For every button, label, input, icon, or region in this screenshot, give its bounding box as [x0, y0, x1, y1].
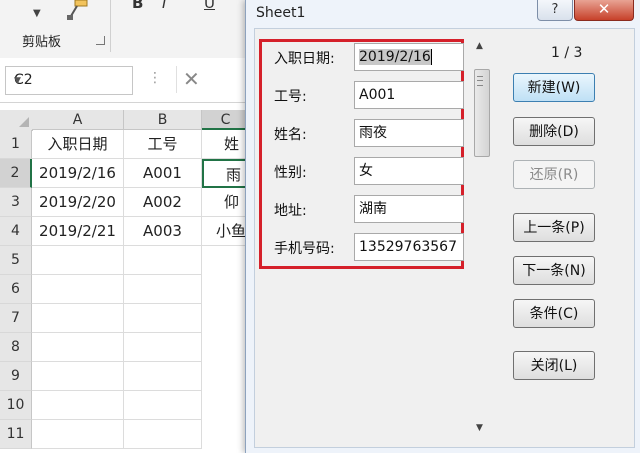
previous-record-button[interactable]: 上一条(P) — [513, 213, 595, 242]
field-input-name[interactable]: 雨夜 — [354, 119, 464, 147]
dialog-body: 入职日期: 2019/2/16 工号: A001 姓名: 雨夜 性别: 女 地址… — [254, 28, 635, 448]
cell-empty[interactable] — [32, 275, 124, 304]
bold-button[interactable]: B — [132, 0, 143, 12]
row-header-7[interactable]: 7 — [0, 304, 32, 333]
next-record-button[interactable]: 下一条(N) — [513, 256, 595, 285]
cell-a3[interactable]: 2019/2/20 — [32, 188, 124, 217]
row-header-11[interactable]: 11 — [0, 420, 32, 449]
clipboard-group-label: 剪贴板 — [22, 35, 62, 50]
cell-empty[interactable] — [32, 246, 124, 275]
cell-b2[interactable]: A001 — [124, 159, 202, 188]
cell-empty[interactable] — [32, 304, 124, 333]
row-header-10[interactable]: 10 — [0, 391, 32, 420]
underline-button[interactable]: U — [204, 0, 215, 12]
field-input-gender[interactable]: 女 — [354, 157, 464, 185]
cell-empty[interactable] — [124, 246, 202, 275]
column-header-a[interactable]: A — [32, 110, 124, 130]
clipboard-dialog-launcher-icon[interactable] — [96, 36, 105, 45]
row-header-2[interactable]: 2 — [0, 159, 32, 188]
cell-empty[interactable] — [32, 333, 124, 362]
help-button[interactable]: ? — [537, 0, 573, 21]
paste-dropdown-arrow-icon[interactable]: ▼ — [33, 8, 41, 19]
cell-a1[interactable]: 入职日期 — [32, 130, 124, 159]
formula-bar-grip-icon: ⋮ — [148, 70, 162, 86]
record-fields-highlight: 入职日期: 2019/2/16 工号: A001 姓名: 雨夜 性别: 女 地址… — [259, 39, 464, 269]
format-painter-icon[interactable] — [64, 0, 90, 22]
scrollbar-grip-icon — [477, 76, 483, 86]
column-header-c[interactable]: C — [202, 110, 250, 130]
scroll-up-arrow-icon[interactable]: ▲ — [476, 41, 483, 51]
select-all-corner[interactable] — [0, 110, 33, 131]
field-label-employee-id: 工号: — [274, 89, 307, 105]
record-scrollbar[interactable]: ▲ ▼ — [473, 39, 491, 439]
cell-empty[interactable] — [124, 275, 202, 304]
row-header-8[interactable]: 8 — [0, 333, 32, 362]
ribbon-separator — [110, 0, 111, 52]
cell-empty[interactable] — [124, 304, 202, 333]
cell-b1[interactable]: 工号 — [124, 130, 202, 159]
field-label-name: 姓名: — [274, 127, 307, 143]
cell-b3[interactable]: A002 — [124, 188, 202, 217]
field-label-hire-date: 入职日期: — [274, 51, 335, 67]
cell-empty[interactable] — [124, 333, 202, 362]
field-input-phone[interactable]: 13529763567 — [354, 233, 464, 261]
cell-c1[interactable]: 姓 — [202, 130, 250, 159]
cell-a2[interactable]: 2019/2/16 — [32, 159, 124, 188]
row-header-6[interactable]: 6 — [0, 275, 32, 304]
italic-button[interactable]: I — [162, 0, 166, 12]
field-input-hire-date[interactable]: 2019/2/16 — [354, 43, 464, 71]
cell-empty[interactable] — [32, 391, 124, 420]
cell-a4[interactable]: 2019/2/21 — [32, 217, 124, 246]
field-label-address: 地址: — [274, 203, 307, 219]
close-window-button[interactable]: ✕ — [574, 0, 634, 21]
row-header-5[interactable]: 5 — [0, 246, 32, 275]
field-input-employee-id[interactable]: A001 — [354, 81, 464, 109]
data-form-dialog: Sheet1 ? ✕ 入职日期: 2019/2/16 工号: A001 姓名: … — [245, 0, 640, 453]
cancel-icon: ✕ — [183, 67, 200, 91]
criteria-button[interactable]: 条件(C) — [513, 299, 595, 328]
cell-b4[interactable]: A003 — [124, 217, 202, 246]
field-label-gender: 性别: — [274, 165, 307, 181]
name-box[interactable]: C2 ▼ — [5, 66, 133, 95]
cell-empty[interactable] — [124, 391, 202, 420]
close-dialog-button[interactable]: 关闭(L) — [513, 351, 595, 380]
text-caret — [430, 49, 432, 65]
row-header-9[interactable]: 9 — [0, 362, 32, 391]
scroll-down-arrow-icon[interactable]: ▼ — [476, 423, 483, 433]
row-header-3[interactable]: 3 — [0, 188, 32, 217]
restore-button[interactable]: 还原(R) — [513, 160, 595, 189]
record-counter: 1 / 3 — [551, 45, 583, 61]
row-header-1[interactable]: 1 — [0, 130, 32, 159]
new-record-button[interactable]: 新建(W) — [513, 73, 595, 102]
row-header-4[interactable]: 4 — [0, 217, 32, 246]
cell-empty[interactable] — [32, 420, 124, 449]
cell-c2-active[interactable]: 雨 — [202, 159, 250, 188]
cell-empty[interactable] — [124, 420, 202, 449]
cell-empty[interactable] — [32, 362, 124, 391]
dialog-title: Sheet1 — [256, 5, 306, 21]
cell-empty[interactable] — [124, 362, 202, 391]
field-label-phone: 手机号码: — [274, 241, 335, 257]
name-box-dropdown-icon[interactable]: ▼ — [14, 76, 126, 86]
field-input-address[interactable]: 湖南 — [354, 195, 464, 223]
delete-record-button[interactable]: 删除(D) — [513, 117, 595, 146]
formula-cancel-button[interactable]: ✕ — [176, 66, 237, 93]
cell-c4[interactable]: 小鱼 — [202, 217, 250, 246]
cell-c3[interactable]: 仰 — [202, 188, 250, 217]
worksheet-grid[interactable]: A B C 1 2 3 4 5 6 7 8 9 10 11 入职日期 工号 姓 … — [0, 110, 250, 453]
field-value-hire-date: 2019/2/16 — [359, 49, 431, 65]
column-header-b[interactable]: B — [124, 110, 202, 130]
